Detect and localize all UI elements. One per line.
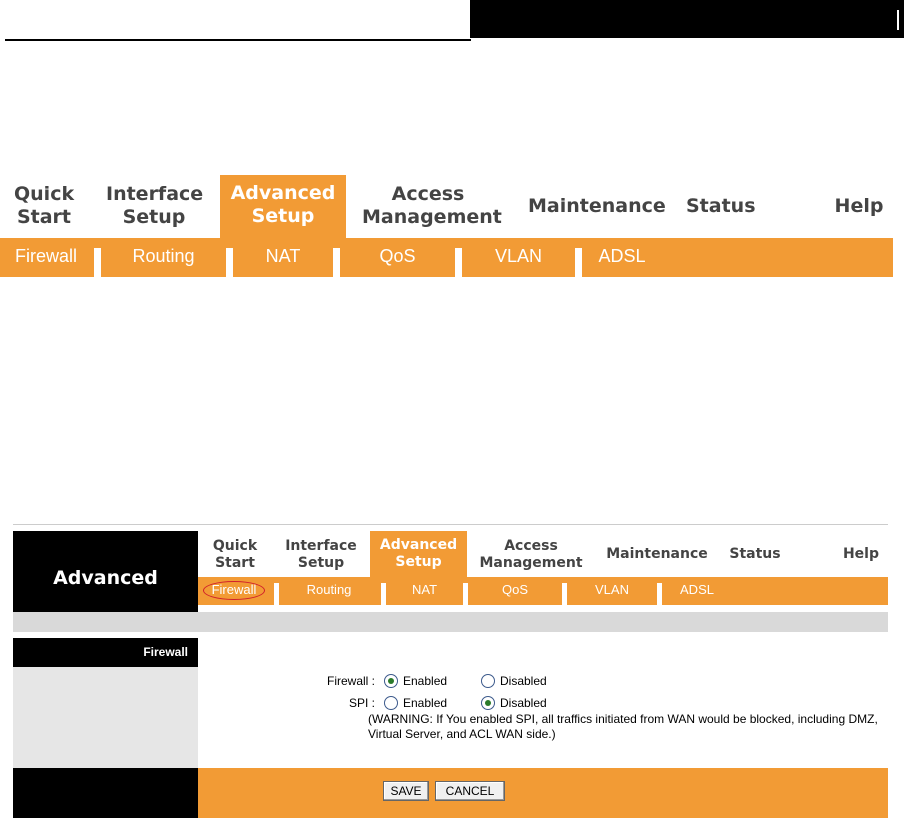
sub-tab-vlan[interactable]: VLAN	[567, 577, 657, 603]
tab-quick-start[interactable]: Quick Start	[205, 538, 265, 572]
spi-disabled-label: Disabled	[500, 696, 547, 710]
firewall-enabled-label: Enabled	[403, 674, 448, 688]
submenu-separator	[226, 248, 233, 277]
firewall-disabled-radio[interactable]	[481, 674, 495, 688]
menu-advanced-setup-line1: Advanced	[230, 182, 336, 204]
screenshot-top-rule	[13, 524, 888, 525]
left-grey-panel	[13, 667, 198, 768]
footer-left-panel	[13, 768, 198, 818]
firewall-enabled-option[interactable]: Enabled	[384, 674, 447, 688]
tab-interface-setup[interactable]: Interface Setup	[281, 538, 361, 572]
tab-access-management[interactable]: Access Management	[479, 538, 583, 572]
spi-enabled-option[interactable]: Enabled	[384, 696, 447, 710]
header-rule	[5, 39, 471, 41]
menu-maintenance[interactable]: Maintenance	[528, 195, 666, 218]
submenu-separator	[455, 248, 462, 277]
section-title: Firewall	[13, 638, 198, 667]
tab-access-management-line1: Access	[504, 538, 558, 554]
submenu-nat[interactable]: NAT	[233, 238, 333, 275]
header-black-bar	[470, 0, 904, 38]
logo-text: Advanced	[53, 567, 158, 589]
tab-quick-start-line1: Quick	[212, 538, 258, 554]
footer-button-bar	[198, 768, 888, 818]
submenu-adsl[interactable]: ADSL	[582, 238, 662, 275]
save-button[interactable]: SAVE	[383, 781, 429, 801]
submenu-routing[interactable]: Routing	[101, 238, 226, 275]
cancel-button[interactable]: CANCEL	[435, 781, 505, 801]
tab-access-management-line2: Management	[479, 555, 583, 571]
tab-maintenance-label: Maintenance	[606, 546, 708, 562]
firewall-enabled-radio[interactable]	[384, 674, 398, 688]
tab-help[interactable]: Help	[839, 546, 883, 563]
menu-help[interactable]: Help	[834, 195, 884, 218]
spi-enabled-radio[interactable]	[384, 696, 398, 710]
spi-disabled-radio[interactable]	[481, 696, 495, 710]
submenu-vlan[interactable]: VLAN	[462, 238, 575, 275]
sub-tab-nat[interactable]: NAT	[386, 577, 463, 603]
submenu-separator	[575, 248, 582, 277]
firewall-disabled-option[interactable]: Disabled	[481, 674, 547, 688]
tab-advanced-setup-line2: Setup	[395, 554, 442, 570]
tab-status[interactable]: Status	[727, 546, 783, 563]
highlight-circle	[203, 581, 265, 600]
menu-access-management[interactable]: Access Management	[362, 183, 502, 229]
sub-tab-adsl[interactable]: ADSL	[662, 577, 732, 603]
menu-interface-setup-line1: Interface	[106, 183, 204, 205]
sub-tab-qos[interactable]: QoS	[468, 577, 562, 603]
tab-interface-setup-line1: Interface	[285, 538, 357, 554]
spi-enabled-label: Enabled	[403, 696, 448, 710]
firewall-screenshot: Advanced Quick Start Interface Setup Adv…	[13, 524, 888, 818]
submenu-firewall[interactable]: Firewall	[0, 238, 92, 275]
menu-interface-setup[interactable]: Interface Setup	[106, 183, 204, 229]
menu-quick-start-line2: Start	[16, 206, 72, 228]
submenu-separator	[94, 248, 101, 277]
tab-maintenance[interactable]: Maintenance	[605, 546, 709, 563]
grey-spacer-bar	[13, 612, 888, 632]
menu-advanced-setup[interactable]: Advanced Setup	[220, 175, 346, 238]
menu-quick-start[interactable]: Quick Start	[14, 183, 74, 229]
menu-status[interactable]: Status	[686, 195, 756, 218]
submenu-separator	[333, 248, 340, 277]
spi-disabled-option[interactable]: Disabled	[481, 696, 547, 710]
tab-advanced-setup[interactable]: Advanced Setup	[370, 531, 467, 577]
submenu-qos[interactable]: QoS	[340, 238, 455, 275]
firewall-disabled-label: Disabled	[500, 674, 547, 688]
submenu-bar: Firewall Routing NAT QoS VLAN ADSL	[0, 238, 893, 277]
menu-advanced-setup-line2: Setup	[251, 205, 315, 227]
menu-interface-setup-line2: Setup	[122, 206, 186, 228]
header-bar-marker	[897, 10, 899, 30]
menu-status-label: Status	[686, 195, 756, 217]
tab-status-label: Status	[729, 546, 781, 562]
tab-quick-start-line2: Start	[215, 555, 255, 571]
menu-help-label: Help	[834, 195, 884, 217]
menu-access-management-line1: Access	[391, 183, 465, 205]
spi-label: SPI :	[348, 696, 375, 710]
tab-advanced-setup-line1: Advanced	[379, 537, 458, 553]
menu-maintenance-label: Maintenance	[528, 195, 666, 217]
menu-access-management-line2: Management	[362, 206, 502, 228]
tab-interface-setup-line2: Setup	[297, 555, 345, 571]
firewall-label: Firewall :	[326, 674, 375, 688]
main-menu: Quick Start Interface Setup Advanced Set…	[0, 175, 893, 238]
sub-tab-bar: Firewall Routing NAT QoS VLAN ADSL	[198, 577, 888, 605]
spi-warning: (WARNING: If You enabled SPI, all traffi…	[368, 712, 878, 741]
sub-tab-routing[interactable]: Routing	[279, 577, 379, 603]
menu-quick-start-line1: Quick	[14, 183, 75, 205]
tab-help-label: Help	[842, 546, 880, 562]
main-menu-figure: Quick Start Interface Setup Advanced Set…	[0, 175, 893, 277]
